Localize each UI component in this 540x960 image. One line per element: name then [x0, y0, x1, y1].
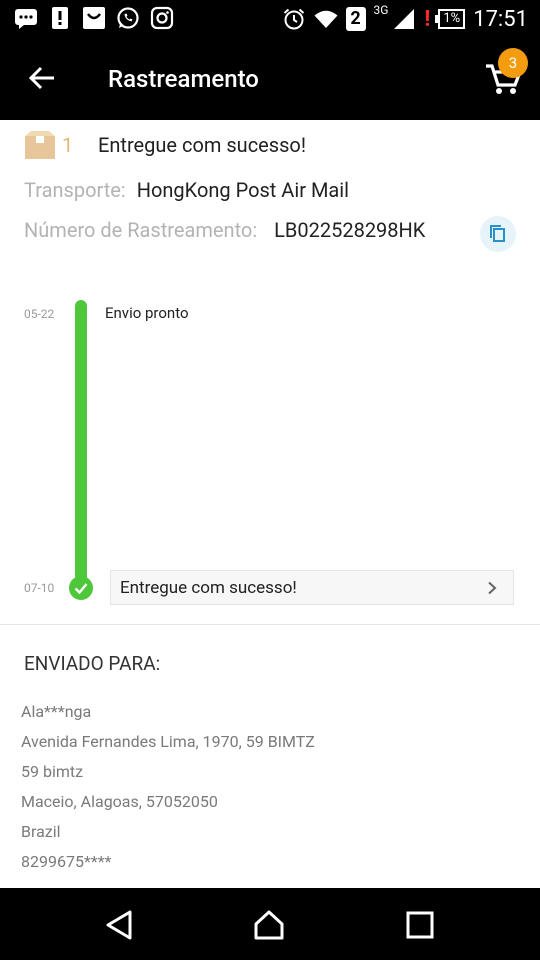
carrier-value: HongKong Post Air Mail — [136, 178, 350, 202]
package-header: 1 Entregue com sucesso! — [24, 130, 306, 160]
check-icon — [74, 583, 88, 595]
address-street: Avenida Fernandes Lima, 1970, 59 BIMTZ — [21, 732, 315, 751]
page-title: Rastreamento — [108, 65, 259, 93]
tracking-number: LB022528298HK — [274, 218, 426, 242]
system-status: 2 3G ! 1% 17:51 — [282, 3, 528, 34]
messenger-icon — [83, 7, 105, 29]
address-line2: 59 bimtz — [21, 762, 84, 781]
address-city: Maceio, Alagoas, 57052050 — [21, 792, 218, 811]
nav-back-icon[interactable] — [103, 908, 137, 942]
event-date: 05-22 — [24, 307, 55, 321]
clock: 17:51 — [473, 6, 528, 32]
cart-count-badge: 3 — [498, 48, 528, 78]
delivered-event-row[interactable]: Entregue com sucesso! — [110, 570, 514, 605]
network-type: 3G — [373, 3, 389, 17]
event-text: Entregue com sucesso! — [120, 578, 297, 598]
carrier-row: Transporte: HongKong Post Air Mail — [24, 178, 349, 202]
event-date: 07-10 — [24, 581, 55, 595]
alert-indicator: ! — [424, 6, 431, 32]
copy-icon — [490, 225, 505, 242]
notification-icons — [14, 6, 174, 30]
phone-number: 8299675**** — [21, 852, 112, 871]
app-bar: Rastreamento 3 — [0, 38, 540, 120]
sms-icon — [15, 9, 37, 29]
package-number: 1 — [62, 133, 74, 157]
whatsapp-icon — [117, 7, 139, 29]
tracking-label: Número de Rastreamento: — [24, 218, 258, 242]
sim-slot-badge: 2 — [345, 7, 366, 31]
package-icon — [25, 131, 55, 159]
timeline-check — [69, 576, 93, 600]
shipping-title: ENVIADO PARA: — [24, 652, 161, 675]
recipient-name: Ala***nga — [21, 702, 92, 721]
tracking-row: Número de Rastreamento: LB022528298HK — [24, 218, 425, 242]
chevron-right-icon — [488, 581, 497, 595]
section-divider — [0, 624, 540, 625]
instagram-icon — [150, 6, 174, 30]
carrier-label: Transporte: — [24, 178, 126, 202]
timeline-line — [75, 300, 87, 582]
event-text: Envio pronto — [105, 304, 189, 322]
system-nav-bar — [0, 888, 540, 960]
address-country: Brazil — [21, 822, 61, 841]
wifi-icon — [314, 10, 337, 28]
alert-icon — [52, 7, 68, 29]
alarm-icon — [283, 8, 304, 30]
copy-tracking-button[interactable] — [480, 216, 516, 252]
nav-recents-icon[interactable] — [403, 908, 437, 942]
status-bar: 2 3G ! 1% 17:51 — [0, 0, 540, 38]
battery-icon: 1% — [435, 9, 466, 29]
back-arrow-icon[interactable] — [26, 62, 58, 94]
package-status: Entregue com sucesso! — [98, 133, 306, 157]
nav-home-icon[interactable] — [252, 908, 286, 942]
signal-icon — [394, 9, 415, 29]
